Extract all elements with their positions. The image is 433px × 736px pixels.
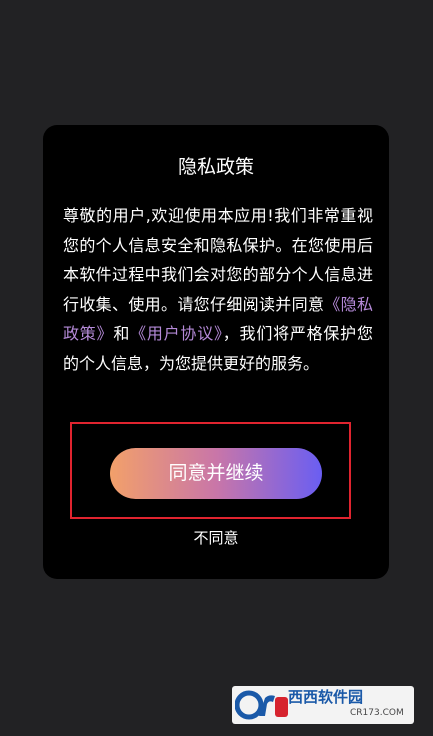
watermark-brand: 西西软件园 <box>288 688 364 706</box>
dialog-title: 隐私政策 <box>177 156 254 178</box>
watermark-logo-icon <box>235 690 288 720</box>
watermark-domain: CR173.COM <box>350 708 404 718</box>
disagree-button[interactable]: 不同意 <box>43 527 389 549</box>
screen: 隐私政策 尊敬的用户,欢迎使用本应用!我们非常重视您的个人信息安全和隐私保护。在… <box>0 0 433 736</box>
user-agreement-link[interactable]: 《用户协议》 <box>130 324 223 343</box>
agree-continue-button[interactable]: 同意并继续 <box>110 448 322 499</box>
conjunction-text: 和 <box>113 324 131 343</box>
dialog-body: 尊敬的用户,欢迎使用本应用!我们非常重视您的个人信息安全和隐私保护。在您使用后本… <box>63 201 373 378</box>
privacy-dialog: 隐私政策 尊敬的用户,欢迎使用本应用!我们非常重视您的个人信息安全和隐私保护。在… <box>43 125 389 579</box>
watermark: 西西软件园 CR173.COM <box>232 686 414 724</box>
